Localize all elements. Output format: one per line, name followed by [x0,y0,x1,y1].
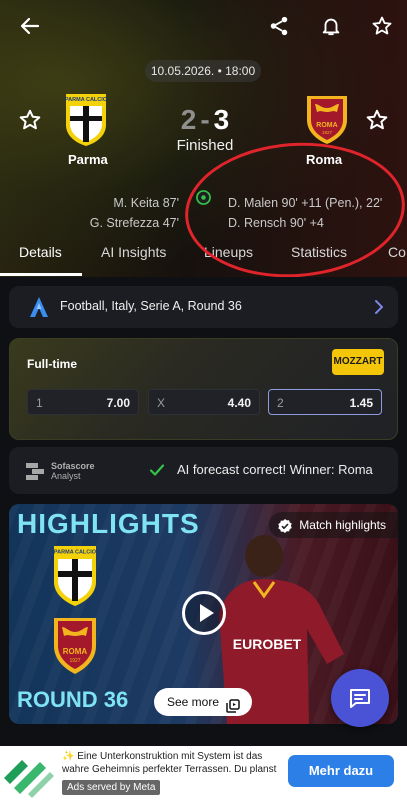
roma-crest-icon[interactable]: ROMA 1927 [303,94,351,146]
home-scorer: M. Keita 87' [113,196,179,210]
match-highlights-label: Match highlights [299,518,386,532]
chat-button[interactable] [331,669,389,727]
odd-home[interactable]: 1 7.00 [27,389,139,415]
parma-crest-icon[interactable]: PARMA CALCIO [62,94,110,146]
analyst-subtitle: Analyst [51,471,81,481]
sponsor-text: EUROBET [233,636,302,652]
top-bar [0,12,407,42]
bookmaker-logo[interactable]: MOZZART [332,349,384,375]
svg-text:1927: 1927 [69,658,80,664]
see-more-label: See more [167,695,220,709]
match-score: 2-3 [170,104,240,136]
league-row[interactable]: Football, Italy, Serie A, Round 36 [9,286,398,328]
home-scorers: M. Keita 87' G. Strefezza 47' [90,193,179,233]
chevron-right-icon [372,299,386,315]
svg-text:ROMA: ROMA [63,647,88,656]
verified-badge-icon [277,517,293,533]
odd-away[interactable]: 2 1.45 [268,389,382,415]
odd-value: 4.40 [227,396,251,410]
home-score: 2 [180,104,197,135]
odd-value: 7.00 [106,396,130,410]
highlights-title: HIGHLIGHTS [17,508,200,539]
odd-value: 1.45 [349,396,373,410]
favorite-star-icon[interactable] [368,12,396,40]
sofascore-analyst-logo: Sofascore Analyst [25,459,105,483]
ad-brand-logo-icon [0,748,56,798]
check-icon [149,462,165,478]
parma-crest-icon: PARMA CALCIO [51,546,99,606]
analyst-title: Sofascore [51,461,95,471]
see-more-button[interactable]: See more [154,688,252,716]
league-label: Football, Italy, Serie A, Round 36 [60,299,242,313]
ad-served-label: Ads served by Meta [62,780,161,795]
serie-a-logo-icon [29,296,49,318]
odds-card: Full-time MOZZART 1 7.00 X 4.40 2 1.45 [9,338,398,440]
forecast-message: AI forecast correct! Winner: Roma [177,462,373,477]
chat-icon [350,689,370,708]
bell-icon[interactable] [317,12,345,40]
back-arrow-icon[interactable] [16,12,44,40]
tab-details[interactable]: Details [19,244,62,260]
svg-text:PARMA CALCIO: PARMA CALCIO [54,550,97,556]
odds-title: Full-time [27,357,77,371]
play-button-icon[interactable] [182,591,226,635]
svg-text:1927: 1927 [322,130,333,135]
ai-forecast-card[interactable]: Sofascore Analyst AI forecast correct! W… [9,447,398,494]
match-highlights-badge[interactable]: Match highlights [269,512,398,538]
away-team-star-icon[interactable] [365,108,389,132]
active-tab-indicator [0,273,82,276]
tab-ai-insights[interactable]: AI Insights [101,244,166,260]
away-score: 3 [213,104,230,135]
score-separator: - [200,104,210,135]
gallery-icon [226,695,240,713]
match-status: Finished [176,137,234,154]
sofascore-logo-icon [26,463,44,480]
ad-text: ✨ Eine Unterkonstruktion mit System ist … [62,751,277,775]
odd-label: 2 [277,396,284,410]
svg-text:ROMA: ROMA [316,122,337,129]
match-date: 10.05.2026. • 18:00 [145,60,261,82]
home-scorer: G. Strefezza 47' [89,216,179,230]
tab-commentary[interactable]: Co [388,244,406,260]
ad-banner[interactable]: ✨ Eine Unterkonstruktion mit System ist … [0,746,407,800]
home-team-star-icon[interactable] [18,108,42,132]
match-header: 10.05.2026. • 18:00 PARMA CALCIO ROMA 19… [0,0,407,277]
ad-cta-button[interactable]: Mehr dazu [288,755,394,787]
share-icon[interactable] [265,12,293,40]
home-team-name[interactable]: Parma [68,152,108,167]
odd-label: X [157,396,166,410]
roma-crest-icon: ROMA 1927 [51,616,99,676]
odd-label: 1 [36,396,43,410]
svg-text:PARMA CALCIO: PARMA CALCIO [65,97,108,103]
odd-draw[interactable]: X 4.40 [148,389,260,415]
round-label: ROUND 36 [17,687,129,712]
